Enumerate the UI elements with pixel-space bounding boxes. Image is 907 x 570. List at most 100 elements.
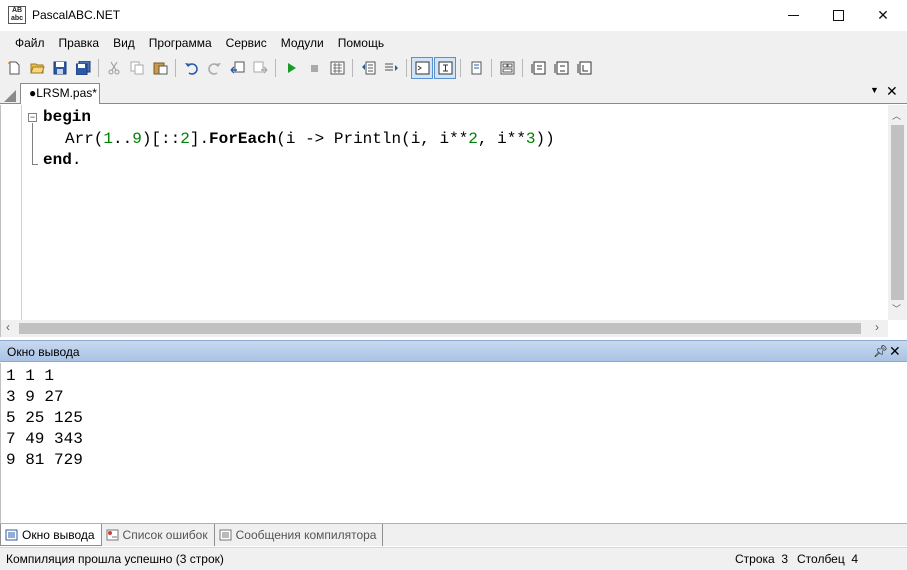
close-panel-icon[interactable]: ✕ xyxy=(889,343,901,360)
tab-compiler-messages[interactable]: Сообщения компилятора xyxy=(215,524,384,546)
copy-icon xyxy=(130,61,143,75)
pin-icon[interactable]: 📌︎ xyxy=(873,344,888,358)
step-over-icon xyxy=(554,61,568,75)
comment-button[interactable] xyxy=(357,57,379,79)
editor-horizontal-scrollbar[interactable]: ‹ › xyxy=(1,320,888,337)
menu-view[interactable]: Вид xyxy=(106,31,142,55)
horizontal-scroll-thumb[interactable] xyxy=(19,323,861,334)
scroll-left-icon[interactable]: ‹ xyxy=(6,320,10,334)
debug-button[interactable] xyxy=(465,57,487,79)
vertical-scroll-thumb[interactable] xyxy=(891,125,904,300)
tab-error-list-label: Список ошибок xyxy=(122,528,208,542)
scroll-up-icon[interactable]: ︿ xyxy=(892,109,901,122)
output-line: 5 25 125 xyxy=(6,409,83,427)
fold-collapse-icon[interactable]: − xyxy=(28,113,37,122)
output-window-toggle[interactable] xyxy=(411,57,433,79)
toolbar-separator xyxy=(522,59,523,77)
editor-gutter xyxy=(21,105,22,320)
fold-line xyxy=(32,123,33,165)
form-designer-icon xyxy=(500,61,514,75)
editor-vertical-scrollbar[interactable]: ︿ ﹀ xyxy=(888,105,907,320)
output-panel-header: Окно вывода 📌︎ ✕ xyxy=(0,340,907,362)
folder-open-icon xyxy=(29,63,45,74)
navigate-back-button[interactable] xyxy=(226,57,248,79)
maximize-button[interactable] xyxy=(815,0,861,31)
scroll-down-icon[interactable]: ﹀ xyxy=(892,302,901,315)
compile-icon xyxy=(330,61,344,75)
tab-compiler-messages-label: Сообщения компилятора xyxy=(235,528,377,542)
undo-button[interactable] xyxy=(180,57,202,79)
code-token: )) xyxy=(535,129,555,148)
tab-output-window[interactable]: Окно вывода xyxy=(0,524,102,546)
paste-button[interactable] xyxy=(149,57,171,79)
code-text[interactable]: beginArr(1..9)[::2].ForEach(i -> Println… xyxy=(43,107,555,172)
tab-list-dropdown-icon[interactable]: ▼ xyxy=(870,85,879,95)
tab-lrsm-pas[interactable]: ●LRSM.pas* xyxy=(20,83,100,104)
form-designer-button[interactable] xyxy=(496,57,518,79)
output-line: 1 1 1 xyxy=(6,367,55,385)
step-out-icon xyxy=(577,61,591,75)
close-window-button[interactable]: ✕ xyxy=(860,0,906,31)
code-token: .. xyxy=(113,129,133,148)
uncomment-icon xyxy=(384,63,398,71)
text-cursor-icon xyxy=(438,61,452,75)
paste-icon xyxy=(153,62,167,75)
output-panel-title: Окно вывода xyxy=(7,345,80,359)
number-token: 9 xyxy=(132,129,142,148)
redo-icon xyxy=(207,63,221,75)
stop-icon xyxy=(310,65,318,72)
menu-file[interactable]: Файл xyxy=(8,31,52,55)
code-token: Arr( xyxy=(65,129,104,148)
menu-help[interactable]: Помощь xyxy=(331,31,391,55)
output-line: 7 49 343 xyxy=(6,430,83,448)
menu-program[interactable]: Программа xyxy=(142,31,219,55)
output-panel[interactable]: 1 1 1 3 9 27 5 25 125 7 49 343 9 81 729 xyxy=(0,363,907,523)
menu-modules[interactable]: Модули xyxy=(274,31,331,55)
window-title: PascalABC.NET xyxy=(32,8,121,22)
uncomment-button[interactable] xyxy=(380,57,402,79)
keyword-end: end xyxy=(43,151,72,169)
toolbar-separator xyxy=(406,59,407,77)
cut-button[interactable] xyxy=(103,57,125,79)
close-tab-icon[interactable]: ✕ xyxy=(886,83,898,100)
close-icon: ✕ xyxy=(877,7,889,23)
open-button[interactable] xyxy=(26,57,48,79)
tab-error-list[interactable]: Список ошибок xyxy=(102,524,215,546)
number-token: 3 xyxy=(525,129,536,148)
code-line-1: begin xyxy=(43,107,555,129)
new-file-icon xyxy=(7,61,19,75)
save-all-button[interactable] xyxy=(72,57,94,79)
minimize-button[interactable] xyxy=(770,0,816,31)
output-window-icon xyxy=(5,529,18,540)
new-file-button[interactable] xyxy=(3,57,25,79)
step-out-button[interactable] xyxy=(573,57,595,79)
toolbar-separator xyxy=(175,59,176,77)
error-list-icon xyxy=(106,529,119,541)
code-line-2: Arr(1..9)[::2].ForEach(i -> Println(i, i… xyxy=(43,129,555,151)
toolbar-separator xyxy=(491,59,492,77)
text-mode-toggle[interactable] xyxy=(434,57,456,79)
comment-icon xyxy=(361,61,375,75)
toolbar-separator xyxy=(352,59,353,77)
status-row-indicator: Строка 3 xyxy=(735,552,789,566)
compile-button[interactable] xyxy=(326,57,348,79)
scissors-icon xyxy=(108,61,119,75)
scroll-right-icon[interactable]: › xyxy=(875,320,879,334)
step-into-button[interactable] xyxy=(527,57,549,79)
fold-end-marker xyxy=(32,164,38,165)
menu-edit[interactable]: Правка xyxy=(52,31,107,55)
document-tab-strip: ●LRSM.pas* ▼ ✕ xyxy=(0,81,907,104)
run-button[interactable] xyxy=(280,57,302,79)
pascalabc-app-icon[interactable]: AB abc xyxy=(8,6,26,24)
copy-button[interactable] xyxy=(126,57,148,79)
navigate-forward-button[interactable] xyxy=(249,57,271,79)
save-all-icon xyxy=(75,61,90,75)
redo-button[interactable] xyxy=(203,57,225,79)
save-button[interactable] xyxy=(49,57,71,79)
code-editor[interactable]: − beginArr(1..9)[::2].ForEach(i -> Print… xyxy=(0,105,907,337)
menu-service[interactable]: Сервис xyxy=(219,31,274,55)
stop-button[interactable] xyxy=(303,57,325,79)
keyword-begin: begin xyxy=(43,108,92,126)
step-over-button[interactable] xyxy=(550,57,572,79)
toolbar-separator xyxy=(460,59,461,77)
